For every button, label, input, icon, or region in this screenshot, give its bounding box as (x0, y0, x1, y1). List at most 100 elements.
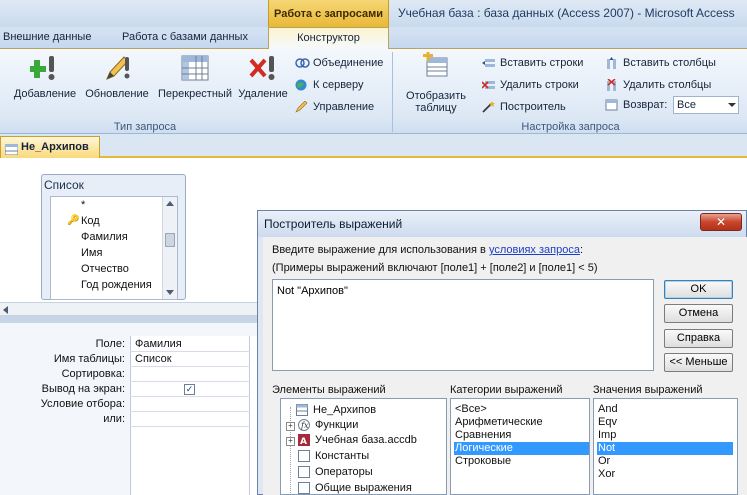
list-item[interactable]: Арифметические (454, 416, 544, 429)
document-tab[interactable]: Не_Архипов (0, 136, 100, 158)
pencil-icon (102, 52, 132, 84)
upper-pane-hscroll[interactable] (0, 302, 260, 316)
delete-rows-button[interactable]: Удалить строки (480, 76, 579, 94)
show-table-label-line2: таблицу (415, 102, 457, 114)
crosstab-button[interactable]: Перекрестный (155, 52, 235, 100)
insert-rows-button[interactable]: Вставить строки (480, 54, 583, 72)
list-item[interactable]: Xor (597, 468, 616, 481)
show-checkbox[interactable]: ✓ (184, 384, 195, 395)
delete-columns-icon (605, 78, 618, 91)
field-list-scrollbar[interactable] (162, 197, 177, 299)
qbe-row-label-or: или: (103, 413, 125, 425)
chevron-down-icon (728, 103, 736, 107)
list-item[interactable]: <Все> (454, 403, 488, 416)
tab-external-data[interactable]: Внешние данные (3, 27, 91, 48)
elements-header: Элементы выражений (272, 384, 386, 396)
delete-x-icon (248, 52, 278, 84)
list-item-selected[interactable]: Логические (454, 442, 589, 455)
elements-tree[interactable]: Не_Архипов + fx Функции + A Учебная база… (280, 398, 447, 495)
scroll-up-icon[interactable] (166, 201, 174, 206)
tab-database-tools[interactable]: Работа с базами данных (122, 27, 248, 48)
tree-item-constants[interactable]: Константы (315, 449, 369, 463)
insert-rows-icon (482, 57, 495, 69)
criteria-link[interactable]: условиях запроса (489, 244, 580, 256)
update-button[interactable]: Обновление (82, 52, 152, 100)
field-list-item[interactable]: Отчество (81, 263, 129, 275)
delete-rows-icon (481, 79, 495, 91)
field-list[interactable]: * Код 🔑 Фамилия Имя Отчество Год рождени… (50, 196, 178, 300)
help-button[interactable]: Справка (664, 329, 733, 348)
expand-icon[interactable]: + (286, 422, 295, 431)
functions-icon: fx (298, 419, 310, 431)
tree-item-functions[interactable]: Функции (315, 418, 358, 432)
delete-columns-button[interactable]: Удалить столбцы (603, 76, 711, 94)
tree-item-common-expressions[interactable]: Общие выражения (315, 481, 412, 494)
common-expressions-icon (298, 482, 310, 494)
expression-input[interactable] (272, 279, 654, 371)
primary-key-icon: 🔑 (67, 215, 80, 226)
document-tab-strip (0, 134, 747, 158)
tree-item-database[interactable]: Учебная база.accdb (315, 433, 417, 447)
list-item-selected[interactable]: Not (597, 442, 733, 455)
delete-button[interactable]: Удаление (236, 52, 290, 100)
qbe-row-label-sort: Сортировка: (61, 368, 125, 380)
return-select[interactable]: Все (673, 96, 739, 114)
group-separator (392, 52, 393, 132)
constants-icon (298, 450, 310, 462)
svg-text:fx: fx (300, 421, 309, 430)
data-definition-button[interactable]: Управление (293, 98, 374, 116)
show-table-icon (421, 51, 451, 84)
list-item[interactable]: Строковые (454, 455, 512, 468)
categories-list[interactable]: <Все> Арифметические Сравнения Логически… (450, 398, 590, 495)
pencil-small-icon (295, 100, 308, 113)
list-item[interactable]: And (597, 403, 619, 416)
scroll-down-icon[interactable] (166, 290, 174, 295)
show-table-button[interactable]: Отобразить таблицу (398, 51, 474, 114)
group-label-query-type: Тип запроса (113, 121, 177, 133)
field-list-item[interactable]: Год рождения (81, 279, 152, 291)
field-list-item[interactable]: Код (81, 215, 100, 227)
window-title: Учебная база : база данных (Access 2007)… (398, 6, 735, 20)
qbe-cell-table[interactable]: Список (135, 353, 172, 365)
tree-item-query[interactable]: Не_Архипов (313, 403, 376, 417)
values-list[interactable]: And Eqv Imp Not Or Xor (593, 398, 738, 495)
svg-text:A: A (300, 437, 307, 446)
globe-icon (295, 79, 308, 91)
insert-columns-button[interactable]: Вставить столбцы (603, 54, 716, 72)
qbe-row-label-criteria: Условие отбора: (40, 398, 125, 410)
values-header: Значения выражений (593, 384, 703, 396)
append-icon (28, 52, 60, 84)
close-icon: ✕ (715, 215, 727, 229)
less-button[interactable]: << Меньше (664, 353, 733, 372)
list-item[interactable]: Imp (597, 429, 617, 442)
insert-columns-icon (605, 57, 618, 69)
builder-button[interactable]: Построитель (480, 98, 566, 116)
tab-design[interactable]: Конструктор (268, 27, 389, 49)
field-list-item[interactable]: * (81, 199, 85, 211)
list-item[interactable]: Eqv (597, 416, 618, 429)
scroll-thumb[interactable] (165, 233, 175, 247)
field-list-title: Список (44, 178, 84, 192)
list-item[interactable]: Or (597, 455, 611, 468)
field-list-item[interactable]: Фамилия (81, 231, 128, 243)
return-icon (605, 99, 618, 111)
group-label-query-setup: Настройка запроса (521, 121, 620, 133)
tree-item-operators[interactable]: Операторы (315, 465, 373, 479)
field-list-item[interactable]: Имя (81, 247, 102, 259)
list-item[interactable]: Сравнения (454, 429, 512, 442)
pane-divider[interactable] (0, 316, 260, 323)
scroll-left-icon[interactable] (3, 306, 8, 314)
union-button[interactable]: Объединение (293, 54, 383, 72)
expand-icon[interactable]: + (286, 437, 295, 446)
operators-icon (298, 466, 310, 478)
pass-through-button[interactable]: К серверу (293, 76, 364, 94)
close-button[interactable]: ✕ (700, 213, 742, 231)
qbe-row-label-field: Поле: (95, 338, 125, 350)
magic-wand-icon (482, 101, 495, 113)
dialog-examples: (Примеры выражений включают [поле1] + [п… (272, 262, 598, 274)
context-tab-header: Работа с запросами (268, 0, 389, 27)
ok-button[interactable]: OK (664, 280, 733, 299)
cancel-button[interactable]: Отмена (664, 304, 733, 323)
qbe-cell-field[interactable]: Фамилия (135, 338, 182, 350)
append-button[interactable]: Добавление (10, 52, 80, 100)
